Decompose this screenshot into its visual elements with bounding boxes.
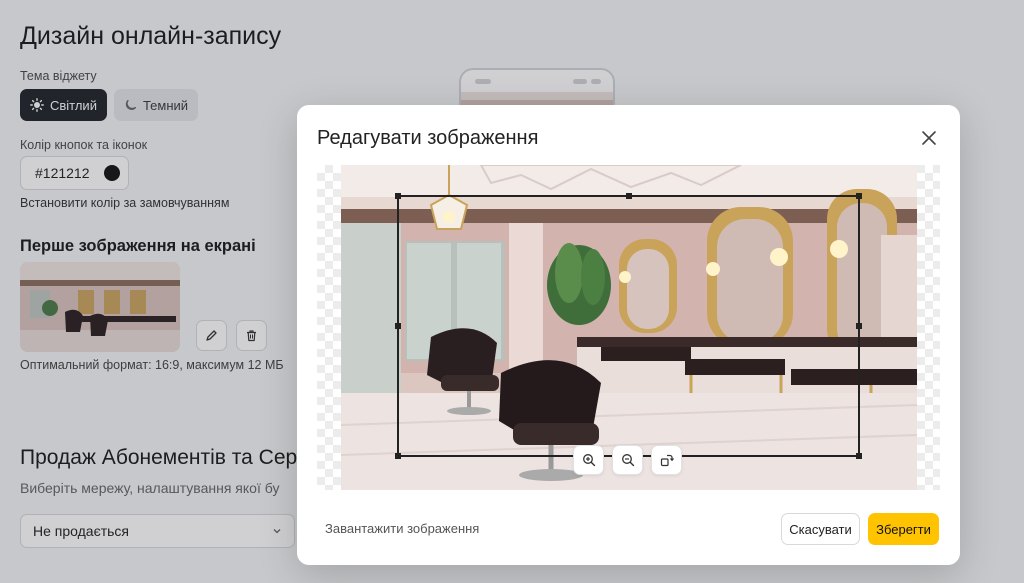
rotate-button[interactable]	[651, 445, 682, 475]
modal-title: Редагувати зображення	[317, 127, 539, 149]
zoom-in-icon	[582, 454, 595, 467]
image-crop-area[interactable]	[317, 165, 940, 490]
crop-frame[interactable]	[395, 193, 862, 459]
crop-handle-bottom-right[interactable]	[856, 453, 862, 459]
zoom-in-button[interactable]	[573, 445, 604, 475]
crop-handle-right[interactable]	[856, 323, 862, 329]
crop-handle-top-left[interactable]	[395, 193, 401, 199]
crop-handle-top[interactable]	[625, 193, 632, 199]
close-icon	[922, 131, 936, 145]
crop-handle-left[interactable]	[395, 323, 401, 329]
crop-handle-bottom-left[interactable]	[395, 453, 401, 459]
save-button[interactable]: Зберегти	[868, 513, 939, 545]
edit-image-modal: Редагувати зображення Завантажити зображ…	[297, 105, 960, 565]
cancel-button[interactable]: Скасувати	[781, 513, 860, 545]
upload-image-link[interactable]: Завантажити зображення	[325, 521, 479, 536]
zoom-out-button[interactable]	[612, 445, 643, 475]
close-button[interactable]	[918, 127, 940, 149]
zoom-out-icon	[621, 454, 634, 467]
crop-handle-top-right[interactable]	[856, 193, 862, 199]
rotate-icon	[660, 454, 674, 467]
